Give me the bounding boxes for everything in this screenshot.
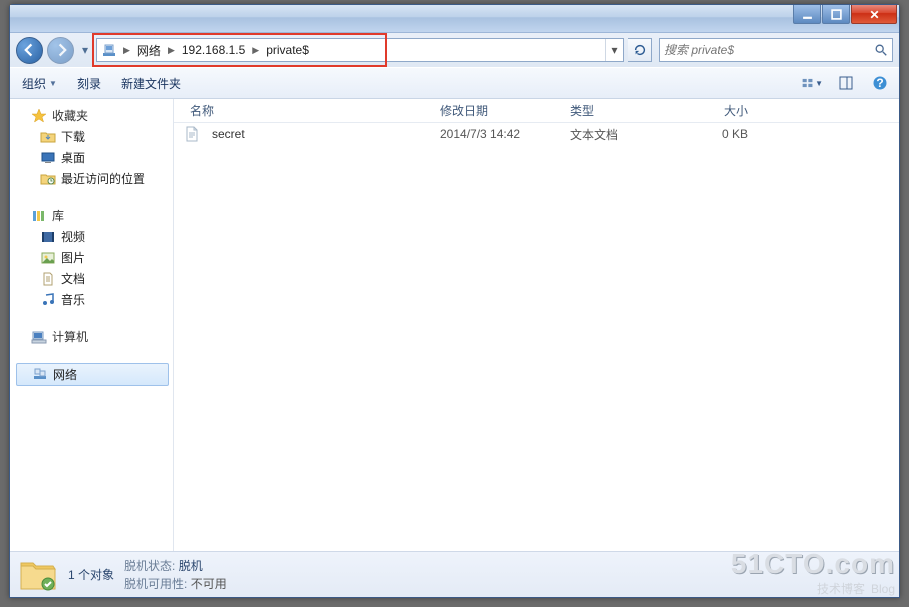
favorites-group: ▷ 收藏夹 下载 桌面 最近访问的位置 [16, 105, 173, 189]
refresh-button[interactable] [628, 38, 652, 62]
computer-group: ▷ 计算机 [16, 326, 173, 347]
organize-button[interactable]: 组织▼ [18, 73, 61, 94]
forward-button[interactable] [47, 37, 74, 64]
file-list-pane: 名称 修改日期 类型 大小 secret 2014/7/3 14:42 文本文档… [174, 99, 899, 551]
avail-value: 不可用 [191, 577, 227, 591]
favorites-header[interactable]: ▷ 收藏夹 [16, 105, 173, 126]
chevron-down-icon: ▼ [815, 79, 823, 88]
file-name: secret [206, 127, 434, 141]
sidebar-item-label: 图片 [61, 249, 85, 266]
documents-icon [40, 271, 56, 287]
avail-label: 脱机可用性: [124, 577, 187, 591]
sidebar-item-label: 文档 [61, 270, 85, 287]
sidebar-item-label: 下载 [61, 128, 85, 145]
libraries-label: 库 [52, 207, 64, 224]
svg-text:?: ? [876, 76, 883, 90]
offline-value: 脱机 [179, 559, 203, 573]
offline-label: 脱机状态: [124, 559, 175, 573]
organize-label: 组织 [22, 75, 46, 92]
text-file-icon [184, 126, 200, 142]
navigation-row: ▾ ▶ 网络 ▶ 192.168.1.5 ▶ private$ ▾ [10, 33, 899, 67]
status-offline: 脱机状态: 脱机 脱机可用性: 不可用 [124, 557, 227, 592]
explorer-window: ▾ ▶ 网络 ▶ 192.168.1.5 ▶ private$ ▾ 组织▼ 刻录… [9, 4, 900, 598]
maximize-button[interactable] [822, 5, 850, 24]
libraries-header[interactable]: ▷ 库 [16, 205, 173, 226]
location-icon [100, 41, 118, 59]
chevron-right-icon[interactable]: ▶ [120, 45, 133, 56]
item-count: 1 个对象 [68, 566, 114, 583]
search-input[interactable] [664, 43, 874, 57]
video-icon [40, 229, 56, 245]
library-icon [31, 208, 47, 224]
sidebar-item-videos[interactable]: 视频 [16, 226, 173, 247]
new-folder-label: 新建文件夹 [121, 75, 181, 92]
computer-icon [31, 329, 47, 345]
sidebar-item-label: 视频 [61, 228, 85, 245]
desktop-icon [40, 150, 56, 166]
file-size: 0 KB [674, 127, 754, 141]
chevron-right-icon[interactable]: ▶ [249, 45, 262, 56]
close-button[interactable] [851, 5, 897, 24]
star-icon [31, 108, 47, 124]
status-info: 1 个对象 [68, 566, 114, 583]
file-row[interactable]: secret 2014/7/3 14:42 文本文档 0 KB [174, 123, 899, 145]
folder-icon [40, 129, 56, 145]
computer-header[interactable]: ▷ 计算机 [16, 326, 173, 347]
file-type: 文本文档 [564, 126, 674, 143]
pictures-icon [40, 250, 56, 266]
column-date[interactable]: 修改日期 [434, 102, 564, 119]
network-group: ▷ 网络 [16, 363, 173, 386]
details-pane: 1 个对象 脱机状态: 脱机 脱机可用性: 不可用 [10, 551, 899, 597]
recent-icon [40, 171, 56, 187]
breadcrumb-host[interactable]: 192.168.1.5 [178, 39, 249, 61]
music-icon [40, 292, 56, 308]
command-bar: 组织▼ 刻录 新建文件夹 ▼ ? [10, 67, 899, 99]
help-button[interactable]: ? [869, 72, 891, 94]
sidebar-item-recent[interactable]: 最近访问的位置 [16, 168, 173, 189]
column-size[interactable]: 大小 [674, 102, 754, 119]
sidebar-item-label: 音乐 [61, 291, 85, 308]
column-type[interactable]: 类型 [564, 102, 674, 119]
address-dropdown[interactable]: ▾ [605, 39, 623, 61]
chevron-right-icon[interactable]: ▶ [165, 45, 178, 56]
sidebar-item-desktop[interactable]: 桌面 [16, 147, 173, 168]
folder-large-icon [18, 556, 58, 594]
preview-pane-button[interactable] [835, 72, 857, 94]
breadcrumb-folder[interactable]: private$ [262, 39, 313, 61]
view-button[interactable]: ▼ [801, 72, 823, 94]
back-button[interactable] [16, 37, 43, 64]
favorites-label: 收藏夹 [52, 107, 88, 124]
network-header[interactable]: ▷ 网络 [16, 363, 169, 386]
computer-label: 计算机 [52, 328, 88, 345]
search-box[interactable] [659, 38, 893, 62]
sidebar-item-music[interactable]: 音乐 [16, 289, 173, 310]
file-date: 2014/7/3 14:42 [434, 127, 564, 141]
network-icon [32, 367, 48, 383]
sidebar-item-documents[interactable]: 文档 [16, 268, 173, 289]
sidebar-item-label: 桌面 [61, 149, 85, 166]
search-icon [874, 43, 888, 57]
minimize-button[interactable] [793, 5, 821, 24]
column-name[interactable]: 名称 [184, 102, 434, 119]
navigation-pane: ▷ 收藏夹 下载 桌面 最近访问的位置 ▷ 库 视频 图片 文档 音乐 [10, 99, 174, 551]
burn-label: 刻录 [77, 75, 101, 92]
breadcrumb-network[interactable]: 网络 [133, 39, 165, 61]
new-folder-button[interactable]: 新建文件夹 [117, 73, 185, 94]
sidebar-item-pictures[interactable]: 图片 [16, 247, 173, 268]
network-label: 网络 [53, 366, 77, 383]
address-bar[interactable]: ▶ 网络 ▶ 192.168.1.5 ▶ private$ ▾ [96, 38, 624, 62]
sidebar-item-label: 最近访问的位置 [61, 170, 145, 187]
burn-button[interactable]: 刻录 [73, 73, 105, 94]
history-dropdown[interactable]: ▾ [78, 40, 92, 60]
sidebar-item-downloads[interactable]: 下载 [16, 126, 173, 147]
chevron-down-icon: ▼ [49, 79, 57, 88]
column-headers: 名称 修改日期 类型 大小 [174, 99, 899, 123]
libraries-group: ▷ 库 视频 图片 文档 音乐 [16, 205, 173, 310]
title-bar [10, 5, 899, 33]
content-area: ▷ 收藏夹 下载 桌面 最近访问的位置 ▷ 库 视频 图片 文档 音乐 [10, 99, 899, 551]
